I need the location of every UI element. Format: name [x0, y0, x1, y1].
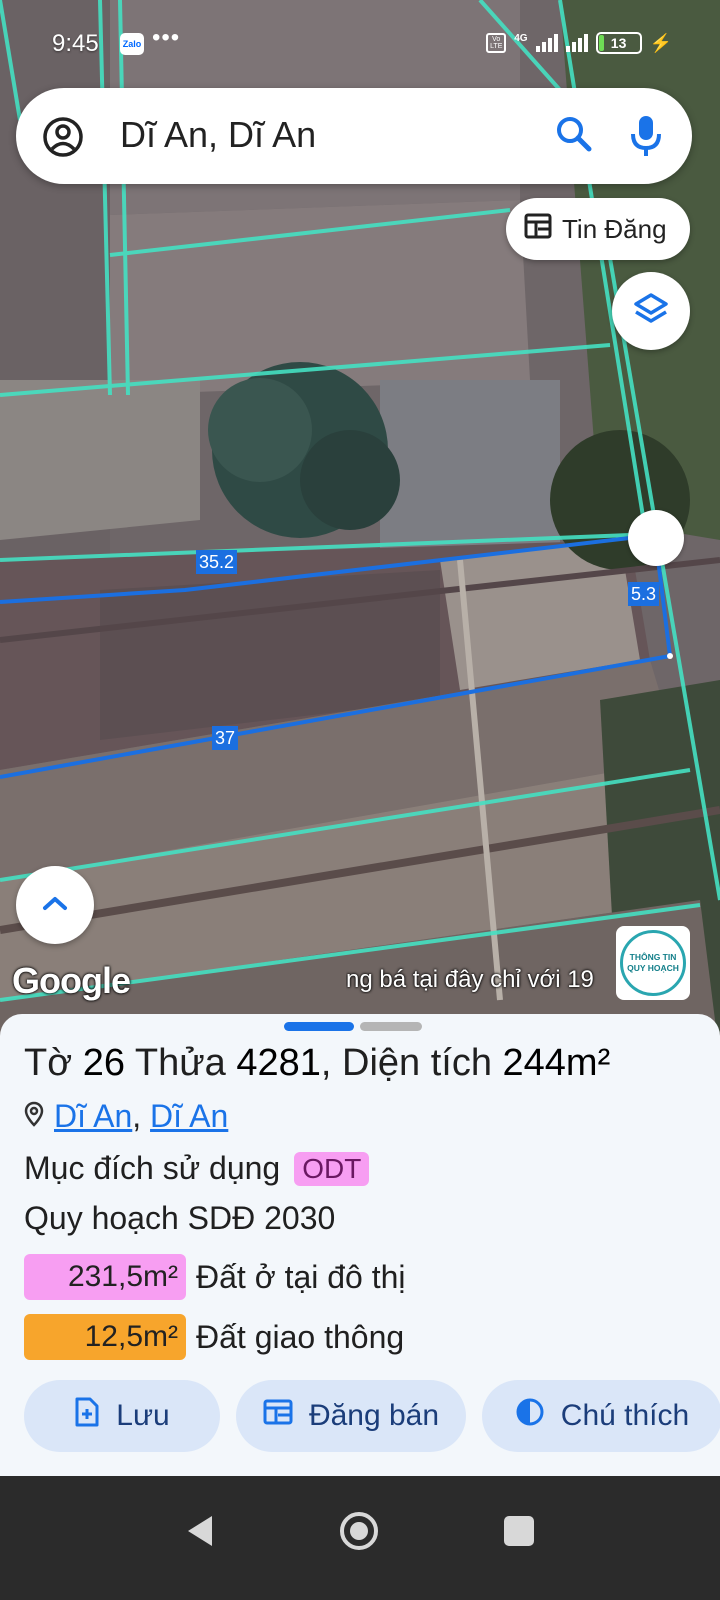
action-row: Lưu Đăng bán Chú thích: [24, 1380, 720, 1452]
layers-icon: [633, 291, 669, 332]
contrast-icon: [515, 1397, 545, 1435]
listings-label: Tin Đăng: [562, 213, 667, 244]
parcel-area: 244m²: [502, 1042, 611, 1084]
newspaper-icon: [263, 1399, 293, 1433]
signal-icon-2: [565, 34, 588, 52]
save-file-icon: [74, 1397, 100, 1435]
signal-icon: [535, 34, 558, 52]
allocation-row: 12,5m² Đất giao thông: [24, 1314, 404, 1360]
parcel-number: 4281: [236, 1042, 321, 1084]
parcel-title: Tờ 26 Thửa 4281, Diện tích 244m²: [24, 1042, 611, 1084]
district-link[interactable]: Dĩ An: [150, 1098, 228, 1134]
account-icon[interactable]: [42, 116, 84, 163]
system-nav-bar: [0, 1476, 720, 1600]
battery-icon: 13: [595, 32, 642, 54]
network-type: 4G: [514, 32, 528, 44]
location-row: Dĩ An, Dĩ An: [24, 1098, 228, 1135]
expand-button[interactable]: [16, 866, 94, 944]
parcel-info-sheet: Tờ 26 Thửa 4281, Diện tích 244m² Dĩ An, …: [0, 1014, 720, 1476]
ad-ticker[interactable]: ng bá tại đây chỉ với 19: [346, 966, 618, 994]
land-use-row: Mục đích sử dụng ODT: [24, 1150, 370, 1187]
allocation-amount: 231,5m²: [24, 1254, 186, 1300]
layers-button[interactable]: [612, 272, 690, 350]
search-input[interactable]: Dĩ An, Dĩ An: [120, 114, 316, 156]
land-use-badge: ODT: [294, 1151, 370, 1186]
post-sale-button[interactable]: Đăng bán: [236, 1380, 466, 1452]
listings-button[interactable]: Tin Đăng: [506, 198, 690, 260]
ward-link[interactable]: Dĩ An: [54, 1098, 132, 1134]
volte-icon: Vo LTE: [486, 33, 507, 53]
google-logo: Google: [12, 960, 131, 1001]
sheet-handle[interactable]: [284, 1022, 422, 1031]
microphone-icon[interactable]: [626, 112, 666, 165]
newspaper-icon: [524, 213, 552, 246]
save-button[interactable]: Lưu: [24, 1380, 220, 1452]
chevron-up-icon: [42, 895, 68, 916]
allocation-row: 231,5m² Đất ở tại đô thị: [24, 1254, 406, 1300]
allocation-label: Đất ở tại đô thị: [196, 1258, 406, 1295]
measurement-label: 37: [212, 726, 239, 750]
back-icon[interactable]: [186, 1514, 214, 1553]
legend-button[interactable]: Chú thích: [482, 1380, 720, 1452]
plan-label: Quy hoạch SDĐ 2030: [24, 1200, 336, 1236]
allocation-label: Đất giao thông: [196, 1318, 405, 1355]
charging-icon: ⚡: [649, 32, 672, 53]
home-icon[interactable]: [338, 1510, 380, 1557]
map-drag-handle[interactable]: [628, 510, 684, 566]
map-view[interactable]: 9:45 Zalo ••• Vo LTE 4G 13 ⚡ Dĩ An, Dĩ A…: [0, 0, 720, 1060]
allocation-amount: 12,5m²: [24, 1314, 186, 1360]
overflow-icon: •••: [152, 24, 181, 51]
planning-info-logo[interactable]: THÔNG TIN QUY HOẠCH: [616, 926, 690, 1000]
status-bar: 9:45 Zalo ••• Vo LTE 4G 13 ⚡: [0, 0, 720, 90]
search-icon[interactable]: [554, 114, 594, 159]
sheet-number: 26: [82, 1042, 125, 1084]
measurement-label: 35.2: [196, 550, 238, 574]
location-pin-icon: [24, 1098, 44, 1135]
status-time: 9:45: [52, 30, 99, 57]
search-bar[interactable]: Dĩ An, Dĩ An: [16, 88, 692, 184]
recent-apps-icon[interactable]: [504, 1516, 534, 1546]
zalo-icon: Zalo: [120, 33, 144, 55]
measurement-label: 5.3: [628, 582, 660, 606]
